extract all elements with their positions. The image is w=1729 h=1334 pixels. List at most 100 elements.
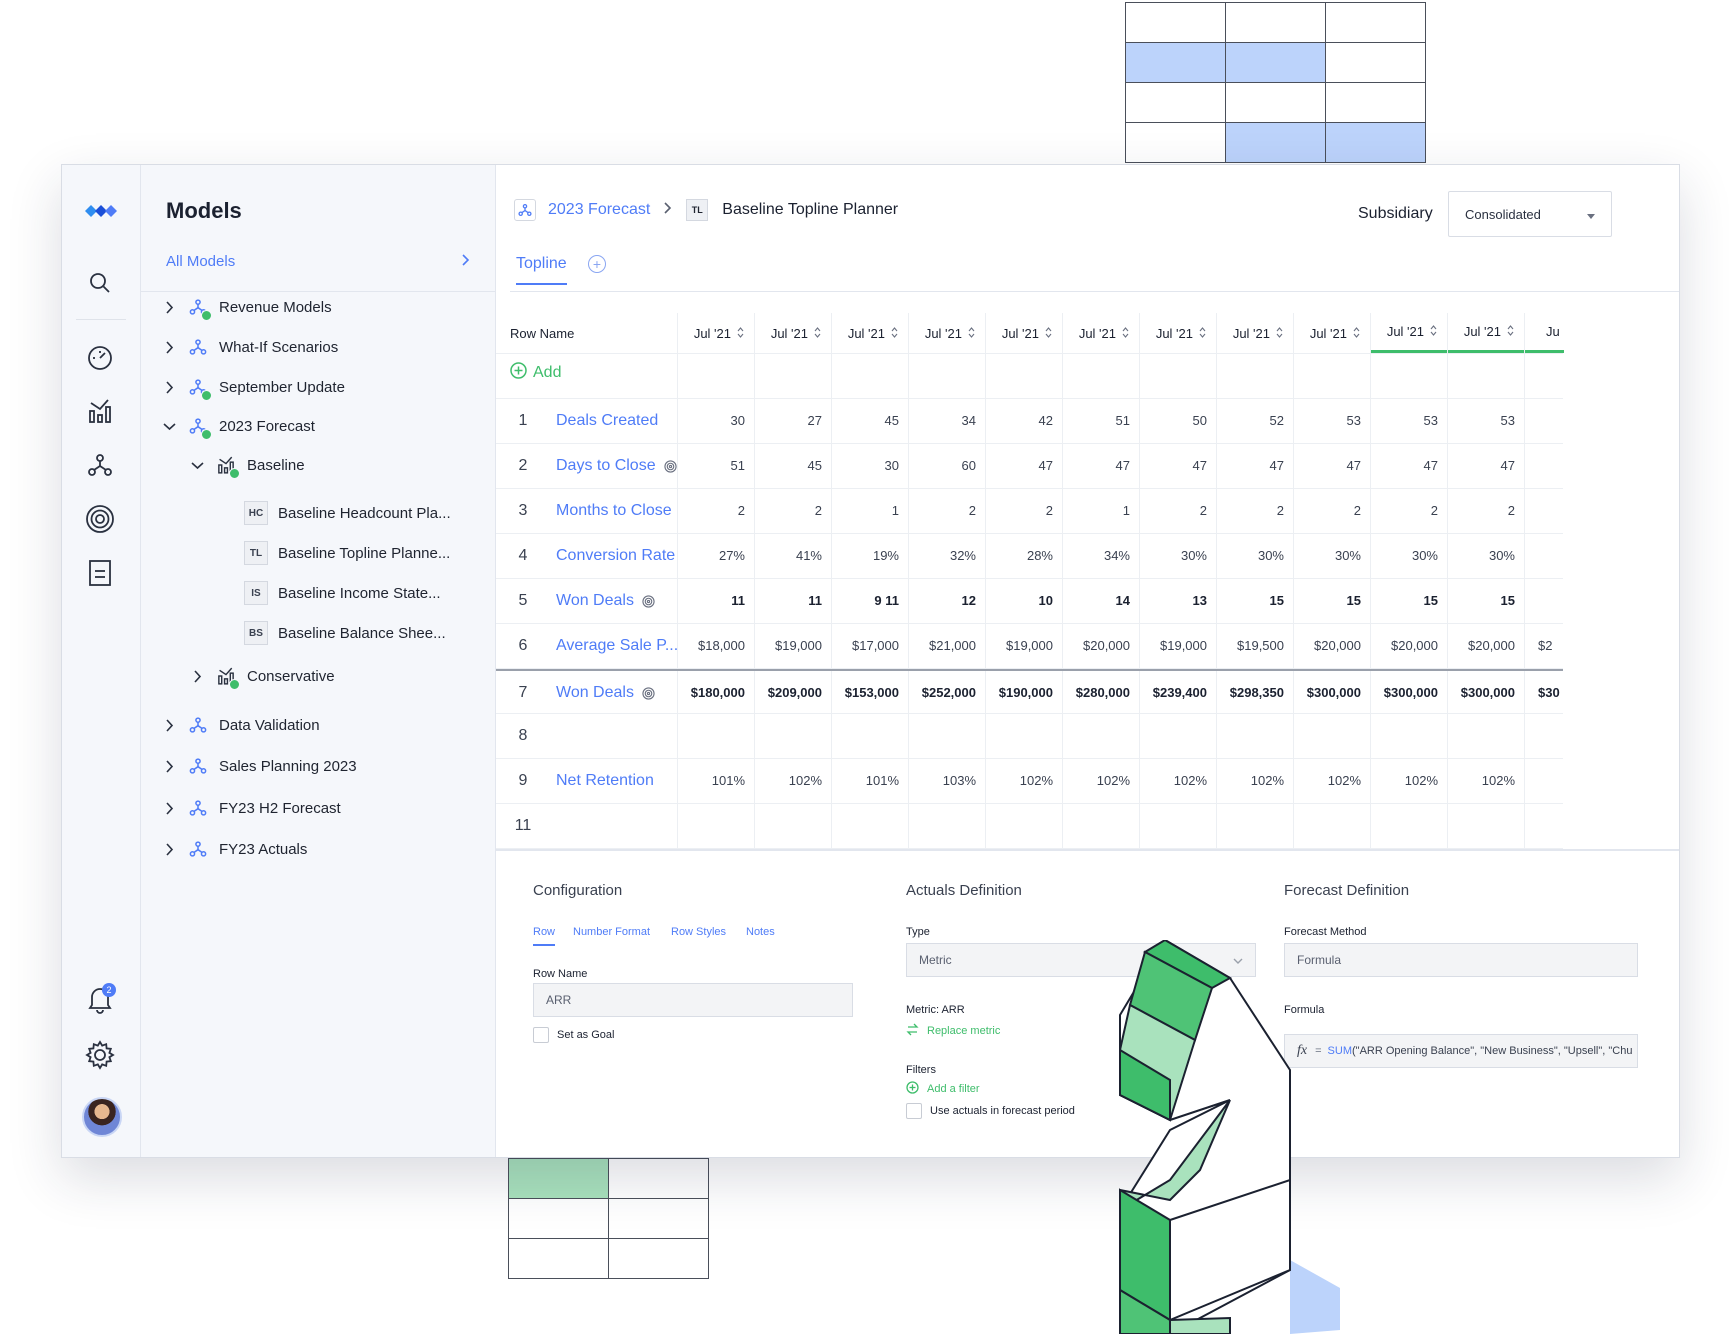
chevron-right-icon[interactable]	[189, 668, 205, 684]
table-cell[interactable]: 15	[1208, 593, 1284, 608]
row-name-link[interactable]: Conversion Rate	[556, 547, 675, 565]
table-cell[interactable]: 51	[1054, 413, 1130, 428]
table-row[interactable]: 7 Won Deals $180,000 $209,000 $153,000 $252,0…	[496, 669, 1563, 714]
models-network-icon[interactable]	[82, 447, 118, 483]
table-cell[interactable]: 30%	[1208, 548, 1284, 563]
table-cell[interactable]: 47	[1054, 458, 1130, 473]
sidebar-item[interactable]: September Update	[161, 376, 345, 401]
table-cell[interactable]: 53	[1362, 413, 1438, 428]
table-cell[interactable]: 32%	[900, 548, 976, 563]
document-icon[interactable]	[82, 555, 118, 591]
sidebar-item[interactable]: TL Baseline Topline Planne...	[244, 541, 450, 565]
column-header[interactable]: Jul '21	[1370, 313, 1447, 353]
row-name-link[interactable]: Months to Close	[556, 502, 672, 520]
sidebar-item[interactable]: Revenue Models	[161, 296, 332, 321]
column-header[interactable]: Jul '21	[677, 313, 754, 353]
table-cell[interactable]: 30%	[1131, 548, 1207, 563]
table-cell[interactable]: 102%	[1131, 773, 1207, 788]
table-cell[interactable]: $300,000	[1285, 685, 1361, 700]
row-name-link[interactable]: Won Deals	[556, 592, 655, 610]
table-cell[interactable]: 2	[900, 503, 976, 518]
table-cell[interactable]: 47	[1208, 458, 1284, 473]
table-row[interactable]: 3 Months to Close 2 2 1 2 2 1 2 2 2 2 2	[496, 489, 1563, 534]
user-avatar[interactable]	[82, 1097, 122, 1137]
column-header[interactable]: Jul '21	[831, 313, 908, 353]
sidebar-item[interactable]: Conservative	[189, 665, 335, 690]
table-cell[interactable]: 1	[1054, 503, 1130, 518]
table-cell-truncated[interactable]: $30	[1538, 685, 1578, 700]
sidebar-item[interactable]: Data Validation	[161, 714, 320, 736]
table-cell[interactable]: 11	[746, 593, 822, 608]
table-cell[interactable]: 10	[977, 593, 1053, 608]
table-row[interactable]: 5 Won Deals 11 11 9 11 12 10 14 13 15 15 15 15	[496, 579, 1563, 624]
sidebar-item[interactable]: HC Baseline Headcount Pla...	[244, 501, 451, 525]
table-cell[interactable]: 102%	[1439, 773, 1515, 788]
notifications-bell-icon[interactable]: 2	[82, 981, 118, 1017]
dashboard-gauge-icon[interactable]	[82, 339, 118, 375]
chevron-right-icon[interactable]	[161, 758, 177, 774]
set-as-goal-checkbox[interactable]	[533, 1027, 549, 1043]
table-cell[interactable]: 2	[1362, 503, 1438, 518]
config-tab-notes[interactable]: Notes	[746, 926, 775, 938]
tab-topline[interactable]: Topline	[516, 255, 567, 285]
table-cell[interactable]: 102%	[746, 773, 822, 788]
table-cell[interactable]: 47	[1285, 458, 1361, 473]
subsidiary-select[interactable]: Consolidated	[1448, 191, 1612, 237]
row-name-link[interactable]: Net Retention	[556, 772, 654, 790]
add-tab-icon[interactable]: +	[588, 255, 606, 273]
table-cell[interactable]: 52	[1208, 413, 1284, 428]
chevron-right-icon[interactable]	[161, 800, 177, 816]
settings-gear-icon[interactable]	[82, 1037, 118, 1073]
table-cell[interactable]: 53	[1439, 413, 1515, 428]
chevron-down-icon[interactable]	[161, 418, 177, 434]
row-name-input[interactable]: ARR	[533, 983, 853, 1017]
chevron-right-icon[interactable]	[161, 299, 177, 315]
table-cell[interactable]: 102%	[1054, 773, 1130, 788]
table-cell[interactable]: 1	[823, 503, 899, 518]
column-header-truncated[interactable]: Ju	[1524, 313, 1564, 353]
table-cell[interactable]: $20,000	[1439, 638, 1515, 653]
table-cell[interactable]: 102%	[1362, 773, 1438, 788]
table-cell[interactable]: 102%	[1208, 773, 1284, 788]
table-cell[interactable]: 30%	[1362, 548, 1438, 563]
search-icon[interactable]	[82, 265, 118, 301]
table-cell[interactable]: 30%	[1285, 548, 1361, 563]
sidebar-item[interactable]: What-If Scenarios	[161, 336, 338, 358]
add-filter-link[interactable]: Add a filter	[906, 1081, 980, 1097]
table-cell[interactable]: $209,000	[746, 685, 822, 700]
table-cell[interactable]: 47	[1362, 458, 1438, 473]
column-header[interactable]: Jul '21	[1447, 313, 1524, 353]
replace-metric-link[interactable]: Replace metric	[906, 1023, 1000, 1039]
table-cell[interactable]: $300,000	[1439, 685, 1515, 700]
goals-target-icon[interactable]	[82, 501, 118, 537]
config-tab-row-styles[interactable]: Row Styles	[671, 926, 726, 938]
table-cell[interactable]: 14	[1054, 593, 1130, 608]
column-header[interactable]: Jul '21	[1062, 313, 1139, 353]
table-cell[interactable]: 30%	[1439, 548, 1515, 563]
table-cell[interactable]: 30	[823, 458, 899, 473]
table-cell[interactable]: 34%	[1054, 548, 1130, 563]
table-row[interactable]: 1 Deals Created 30 27 45 34 42 51 50 52 53 53 53	[496, 399, 1563, 444]
table-row[interactable]: 2 Days to Close 51 45 30 60 47 47 47 47 47 47 47	[496, 444, 1563, 489]
table-cell[interactable]: $17,000	[823, 638, 899, 653]
config-tab-row[interactable]: Row	[533, 926, 556, 946]
sidebar-item[interactable]: IS Baseline Income State...	[244, 581, 441, 605]
table-cell[interactable]: 2	[1439, 503, 1515, 518]
table-cell[interactable]: 30	[669, 413, 745, 428]
table-cell[interactable]: 13	[1131, 593, 1207, 608]
table-cell[interactable]: 15	[1439, 593, 1515, 608]
table-cell[interactable]: 27%	[669, 548, 745, 563]
row-name-link[interactable]: Won Deals	[556, 684, 655, 702]
table-cell[interactable]: 12	[900, 593, 976, 608]
table-cell[interactable]: 101%	[669, 773, 745, 788]
config-tab-number-format[interactable]: Number Format	[573, 926, 650, 938]
sidebar-item[interactable]: Baseline	[189, 454, 305, 479]
table-cell[interactable]: 102%	[1285, 773, 1361, 788]
column-header[interactable]: Jul '21	[908, 313, 985, 353]
table-cell[interactable]: 101%	[823, 773, 899, 788]
table-cell[interactable]: $21,000	[900, 638, 976, 653]
table-cell[interactable]: 28%	[977, 548, 1053, 563]
table-cell[interactable]: 9 11	[823, 593, 899, 608]
chevron-right-icon[interactable]	[161, 379, 177, 395]
table-cell[interactable]: 2	[1208, 503, 1284, 518]
